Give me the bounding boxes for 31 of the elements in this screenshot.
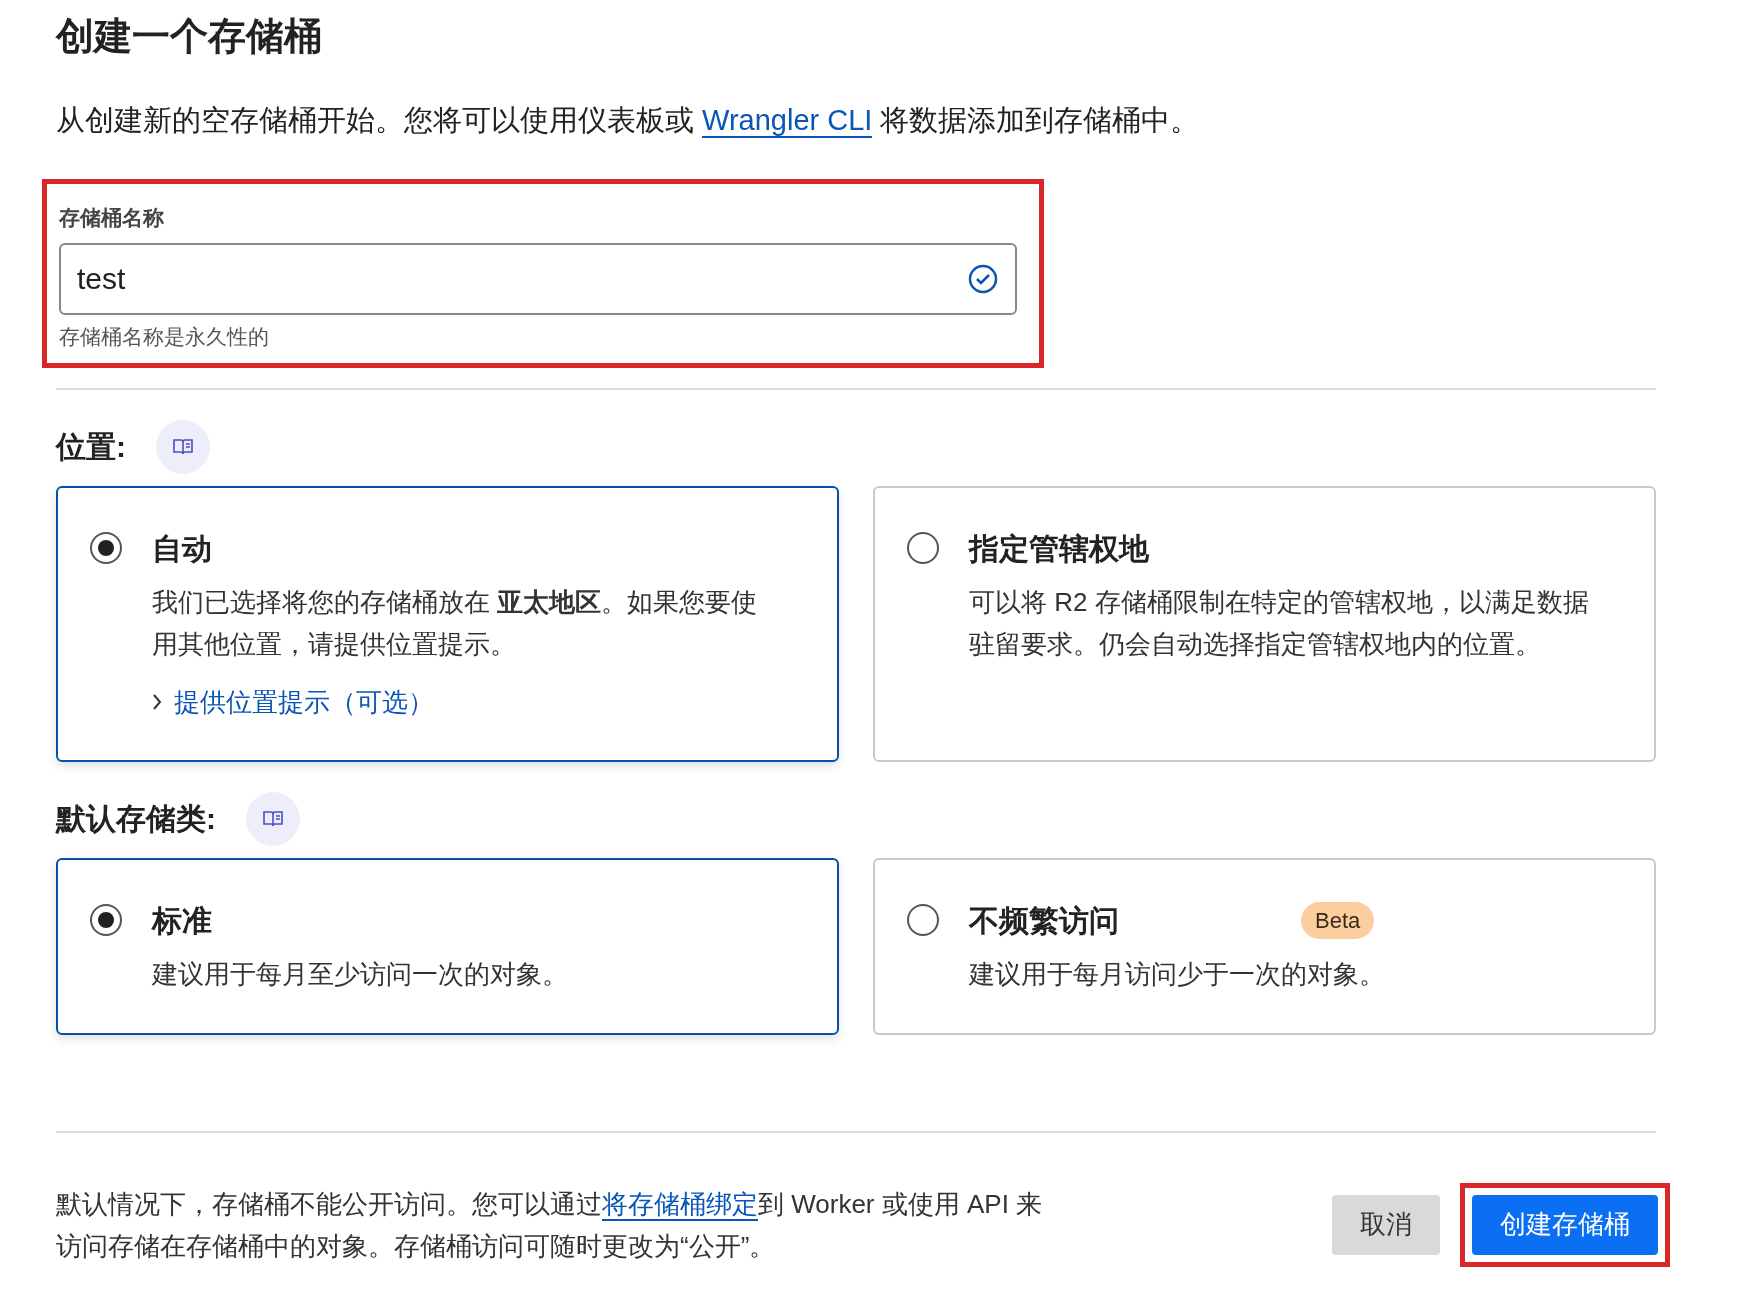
radio-button[interactable] [90, 531, 122, 564]
wrangler-link[interactable]: Wrangler CLI [702, 104, 873, 138]
create-button[interactable]: 创建存储桶 [1472, 1194, 1658, 1255]
bind-bucket-link[interactable]: 将存储桶绑定 [602, 1188, 758, 1221]
option-title: 指定管辖权地 [969, 530, 1150, 567]
location-hint-link[interactable]: 提供位置提示（可选） [152, 682, 782, 722]
option-description: 建议用于每月访问少于一次的对象。 [969, 957, 1385, 991]
bucket-name-field[interactable]: test [59, 243, 1017, 315]
option-description: 可以将 R2 存储桶限制在特定的管辖权地，以满足数据驻留要求。仍会自动选择指定管辖权地内的位置。 [969, 585, 1590, 661]
option-card[interactable]: 指定管辖权地 可以将 R2 存储桶限制在特定的管辖权地，以满足数据驻留要求。仍会自动选择指定管辖权地内的位置。 [873, 485, 1656, 762]
field-hint: 存储桶名称是永久性的 [59, 324, 270, 350]
chevron-icon [152, 693, 162, 711]
check-circle-icon [967, 263, 999, 295]
option-title: 自动 [152, 530, 213, 567]
option-card[interactable]: 自动 我们已选择将您的存储桶放在 亚太地区。如果您要使用其他位置，请提供位置提示。 提供位置提示（可选） [56, 485, 839, 762]
radio-button[interactable] [907, 903, 939, 936]
beta-badge: Beta [1301, 901, 1375, 939]
page-title: 创建一个存储桶 [56, 14, 323, 59]
option-description: 建议用于每月至少访问一次的对象。 [152, 957, 568, 991]
radio-button[interactable] [90, 903, 122, 936]
option-card[interactable]: 标准 建议用于每月至少访问一次的对象。 [56, 857, 839, 1035]
cancel-button[interactable]: 取消 [1332, 1194, 1440, 1255]
radio-button[interactable] [907, 531, 939, 564]
option-title: 标准 [152, 902, 213, 939]
section-label: 默认存储类: [56, 801, 216, 837]
section-label: 位置: [56, 429, 126, 465]
option-description: 我们已选择将您的存储桶放在 亚太地区。如果您要使用其他位置，请提供位置提示。 [152, 585, 759, 661]
option-card[interactable]: 不频繁访问 Beta 建议用于每月访问少于一次的对象。 [873, 857, 1656, 1035]
intro-text: 从创建新的空存储桶开始。您将可以使用仪表板或 Wrangler CLI 将数据添加到存储桶中。 [56, 103, 1201, 140]
field-label: 存储桶名称 [59, 204, 165, 231]
footer-text: 默认情况下，存储桶不能公开访问。您可以通过将存储桶绑定到 Worker 或使用 API 来访问存储在存储桶中的对象。存储桶访问可随时更改为“公开”。 [56, 1187, 1044, 1263]
